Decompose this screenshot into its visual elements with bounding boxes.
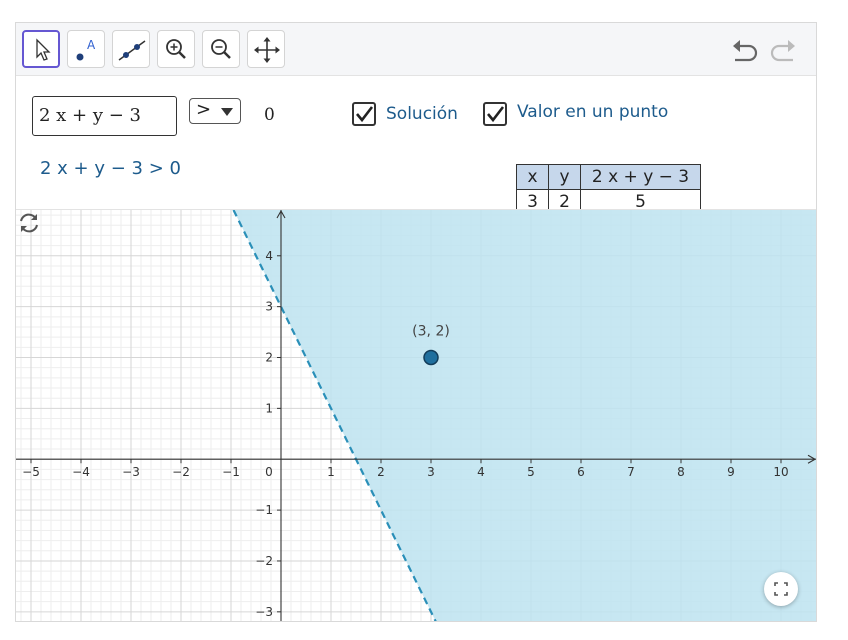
x-tick-label: 6 — [577, 465, 585, 479]
line-tool-button[interactable] — [112, 30, 150, 68]
arrow-cursor-icon — [36, 38, 51, 61]
zoom-out-icon — [211, 39, 231, 59]
algebra-panel: 2 x + y − 3 > 0 Solución Valor en un pun… — [16, 76, 816, 215]
y-tick-label: −1 — [255, 503, 273, 517]
undo-icon[interactable] — [729, 35, 761, 63]
y-tick-labels: 4 3 2 1 −1 −2 −3 — [255, 249, 273, 619]
line-icon — [118, 40, 146, 61]
checkmark-icon — [356, 106, 374, 123]
redo-icon[interactable] — [767, 35, 799, 63]
x-tick-label: 8 — [677, 465, 685, 479]
table-header: 2 x + y − 3 — [580, 164, 701, 190]
x-tick-label: −2 — [172, 465, 190, 479]
graphics-view[interactable]: −5 −4 −3 −2 −1 0 1 2 3 4 5 6 7 8 9 10 4 3 2 1 −1 −2 −3 (3, 2) — [16, 209, 816, 621]
point-label: (3, 2) — [412, 324, 450, 340]
table-header: x — [516, 164, 549, 190]
fullscreen-icon — [774, 582, 788, 596]
toolbar: A — [16, 23, 816, 76]
valor-checkbox[interactable] — [483, 102, 507, 126]
x-tick-label: −5 — [22, 465, 40, 479]
x-tick-label: −3 — [122, 465, 140, 479]
y-tick-label: 3 — [265, 300, 273, 314]
y-tick-label: 2 — [265, 351, 273, 365]
x-tick-label: 9 — [727, 465, 735, 479]
y-tick-label: −2 — [255, 554, 273, 568]
geogebra-applet: A 2 x + y − 3 > 0 Solución Valor en un p… — [15, 22, 817, 622]
point-tool-letter: A — [87, 38, 96, 52]
rhs-value: 0 — [264, 105, 275, 125]
point-tool-button[interactable]: A — [67, 30, 105, 68]
checkmark-icon — [487, 106, 505, 123]
zoom-in-icon — [166, 39, 186, 59]
chevron-down-icon — [221, 108, 233, 116]
solucion-checkbox[interactable] — [352, 102, 376, 126]
zoom-out-tool-button[interactable] — [202, 30, 240, 68]
expression-input[interactable]: 2 x + y − 3 — [32, 96, 177, 136]
y-tick-label: 1 — [265, 401, 273, 415]
point-3-2[interactable] — [423, 349, 439, 366]
y-tick-label: −3 — [255, 605, 273, 619]
point-icon: A — [76, 38, 96, 61]
fullscreen-button[interactable] — [764, 572, 798, 606]
valor-label: Valor en un punto — [517, 102, 669, 122]
y-tick-label: 4 — [265, 249, 273, 263]
value-table: x y 2 x + y − 3 3 2 5 — [516, 164, 701, 215]
operator-value: > — [196, 99, 212, 120]
x-tick-label: 5 — [527, 465, 535, 479]
x-tick-label: 2 — [377, 465, 385, 479]
x-tick-label: 0 — [265, 465, 273, 479]
x-tick-label: 3 — [427, 465, 435, 479]
operator-dropdown[interactable]: > — [189, 98, 241, 124]
x-tick-label: −4 — [72, 465, 90, 479]
zoom-in-tool-button[interactable] — [157, 30, 195, 68]
x-tick-label: 1 — [327, 465, 335, 479]
refresh-icon[interactable] — [16, 210, 42, 236]
solucion-label: Solución — [386, 104, 458, 124]
move-tool-button[interactable] — [22, 30, 60, 68]
table-header-row: x y 2 x + y − 3 — [516, 164, 701, 190]
x-tick-label: 4 — [477, 465, 485, 479]
coordinate-plane: −5 −4 −3 −2 −1 0 1 2 3 4 5 6 7 8 9 10 4 3 2 1 −1 −2 −3 (3, 2) — [16, 210, 816, 621]
move-graphics-tool-button[interactable] — [247, 30, 285, 68]
x-tick-label: 10 — [773, 465, 788, 479]
inequality-text: 2 x + y − 3 > 0 — [40, 158, 181, 179]
move-arrows-icon — [254, 37, 280, 63]
x-tick-label: −1 — [222, 465, 240, 479]
x-tick-label: 7 — [627, 465, 635, 479]
table-header: y — [548, 164, 581, 190]
